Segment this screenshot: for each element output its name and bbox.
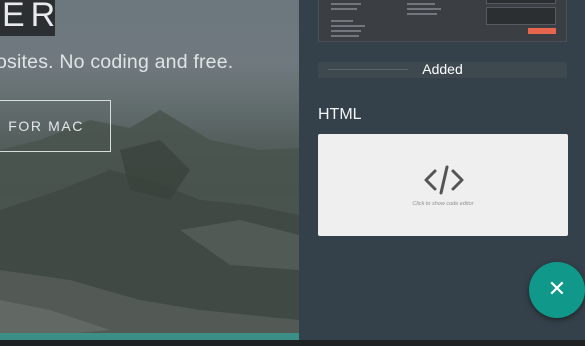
download-for-mac-label: FOR MAC: [8, 118, 84, 134]
thumbnail-textarea: [486, 7, 556, 25]
hero-preview: ER osites. No coding and free. FOR MAC: [0, 0, 299, 346]
html-code-block[interactable]: Click to show code editor: [318, 134, 568, 236]
thumbnail-send-button: [528, 28, 556, 34]
bottom-edge: [0, 340, 585, 346]
code-editor-hint: Click to show code editor: [412, 201, 474, 207]
site-logo[interactable]: ER: [0, 0, 55, 36]
contact-block-thumbnail[interactable]: [318, 0, 567, 42]
logo-text: ER: [2, 0, 62, 34]
added-block-row[interactable]: Added: [318, 61, 567, 78]
download-for-mac-button[interactable]: FOR MAC: [0, 100, 111, 152]
close-icon: ✕: [547, 277, 567, 302]
thumbnail-links-column: [407, 3, 447, 18]
section-title-html: HTML: [318, 106, 362, 123]
hero-accent-bar: [0, 333, 299, 340]
added-label: Added: [422, 61, 463, 77]
close-fab-button[interactable]: ✕: [529, 262, 585, 318]
code-icon: [424, 165, 464, 195]
thumbnail-input: [486, 0, 556, 4]
thumbnail-text-column: [331, 3, 367, 40]
hero-tagline: osites. No coding and free.: [0, 51, 234, 73]
